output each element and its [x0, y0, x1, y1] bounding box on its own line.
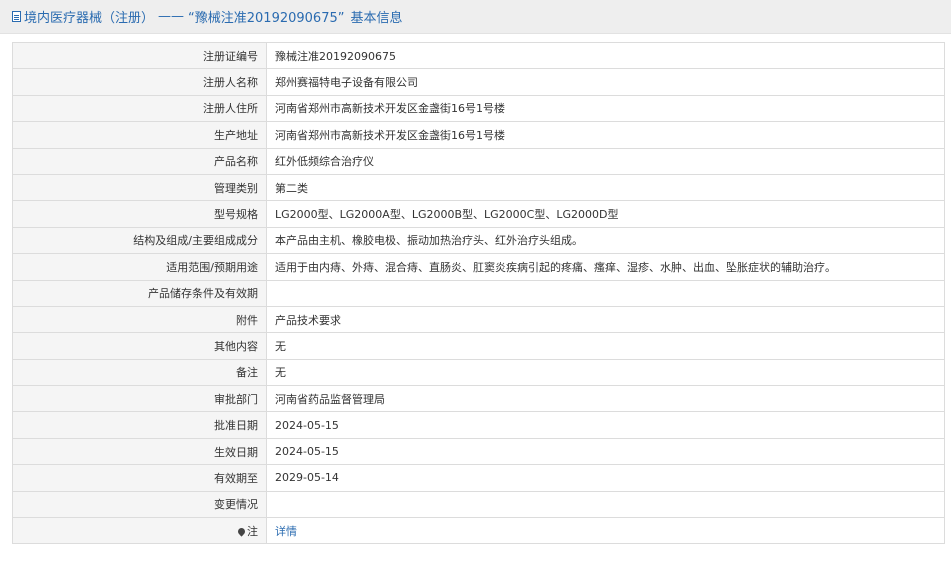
row-label: 注册证编号 [12, 41, 267, 70]
note-label: 注 [247, 524, 258, 538]
row-value: 无 [266, 358, 945, 387]
document-icon [12, 11, 21, 22]
table-row: 附件 产品技术要求 [12, 305, 945, 334]
table-row: 审批部门 河南省药品监督管理局 [12, 385, 945, 413]
row-value [266, 490, 945, 519]
row-label: 审批部门 [12, 385, 267, 413]
row-value: LG2000型、LG2000A型、LG2000B型、LG2000C型、LG200… [266, 200, 945, 228]
row-value: 无 [266, 332, 945, 360]
pin-icon [238, 527, 245, 535]
row-label: 结构及组成/主要组成成分 [12, 226, 267, 255]
table-row: 注册人住所 河南省郑州市高新技术开发区金盏街16号1号楼 [12, 94, 945, 123]
row-value: 本产品由主机、橡胶电极、振动加热治疗头、红外治疗头组成。 [266, 226, 945, 255]
table-row: 批准日期 2024-05-15 [12, 411, 945, 439]
table-row: 注册证编号 豫械注准20192090675 [12, 41, 945, 70]
table-row: 变更情况 [12, 490, 945, 519]
basic-info-table: 注册证编号 豫械注准20192090675 注册人名称 郑州赛福特电子设备有限公… [12, 41, 945, 545]
row-label: 附件 [12, 305, 267, 334]
table-row: 产品储存条件及有效期 [12, 279, 945, 307]
table-row: 适用范围/预期用途 适用于由内痔、外痔、混合痔、直肠炎、肛窦炎疾病引起的疼痛、瘙… [12, 253, 945, 281]
table-row: 有效期至 2029-05-14 [12, 464, 945, 492]
row-value: 产品技术要求 [266, 305, 945, 334]
row-value [266, 279, 945, 307]
note-value-cell: 详情 [266, 517, 945, 545]
info-table-container: 注册证编号 豫械注准20192090675 注册人名称 郑州赛福特电子设备有限公… [12, 41, 945, 545]
table-row: 生产地址 河南省郑州市高新技术开发区金盏街16号1号楼 [12, 121, 945, 149]
row-label: 适用范围/预期用途 [12, 253, 267, 281]
row-value: 豫械注准20192090675 [266, 41, 945, 70]
row-value: 适用于由内痔、外痔、混合痔、直肠炎、肛窦炎疾病引起的疼痛、瘙痒、湿疹、水肿、出血… [266, 253, 945, 281]
note-label-cell: 注 [12, 517, 267, 545]
table-row: 产品名称 红外低频综合治疗仪 [12, 147, 945, 175]
row-label: 产品名称 [12, 147, 267, 175]
title-separator: —— [158, 9, 185, 24]
table-row: 其他内容 无 [12, 332, 945, 360]
row-label: 生产地址 [12, 121, 267, 149]
note-row: 注 详情 [12, 517, 945, 545]
row-value: 河南省郑州市高新技术开发区金盏街16号1号楼 [266, 94, 945, 123]
row-value: 河南省药品监督管理局 [266, 385, 945, 413]
table-row: 型号规格 LG2000型、LG2000A型、LG2000B型、LG2000C型、… [12, 200, 945, 228]
category-title: 境内医疗器械（注册） [24, 11, 155, 26]
row-value: 第二类 [266, 173, 945, 202]
table-row: 备注 无 [12, 358, 945, 387]
row-label: 产品储存条件及有效期 [12, 279, 267, 307]
row-label: 注册人名称 [12, 68, 267, 96]
title-suffix: 基本信息 [350, 11, 403, 26]
row-label: 注册人住所 [12, 94, 267, 123]
row-value: 2024-05-15 [266, 411, 945, 439]
row-value: 2029-05-14 [266, 464, 945, 492]
row-label: 批准日期 [12, 411, 267, 439]
row-label: 备注 [12, 358, 267, 387]
row-value: 2024-05-15 [266, 437, 945, 466]
registration-title: “豫械注准20192090675” [188, 11, 345, 26]
table-row: 管理类别 第二类 [12, 173, 945, 202]
row-label: 型号规格 [12, 200, 267, 228]
table-row: 生效日期 2024-05-15 [12, 437, 945, 466]
table-row: 结构及组成/主要组成成分 本产品由主机、橡胶电极、振动加热治疗头、红外治疗头组成… [12, 226, 945, 255]
row-label: 其他内容 [12, 332, 267, 360]
row-label: 有效期至 [12, 464, 267, 492]
row-label: 变更情况 [12, 490, 267, 519]
row-label: 生效日期 [12, 437, 267, 466]
row-value: 红外低频综合治疗仪 [266, 147, 945, 175]
details-link[interactable]: 详情 [275, 525, 297, 538]
row-value: 郑州赛福特电子设备有限公司 [266, 68, 945, 96]
table-row: 注册人名称 郑州赛福特电子设备有限公司 [12, 68, 945, 96]
page-header: 境内医疗器械（注册） —— “豫械注准20192090675” 基本信息 [0, 0, 951, 34]
row-value: 河南省郑州市高新技术开发区金盏街16号1号楼 [266, 121, 945, 149]
row-label: 管理类别 [12, 173, 267, 202]
